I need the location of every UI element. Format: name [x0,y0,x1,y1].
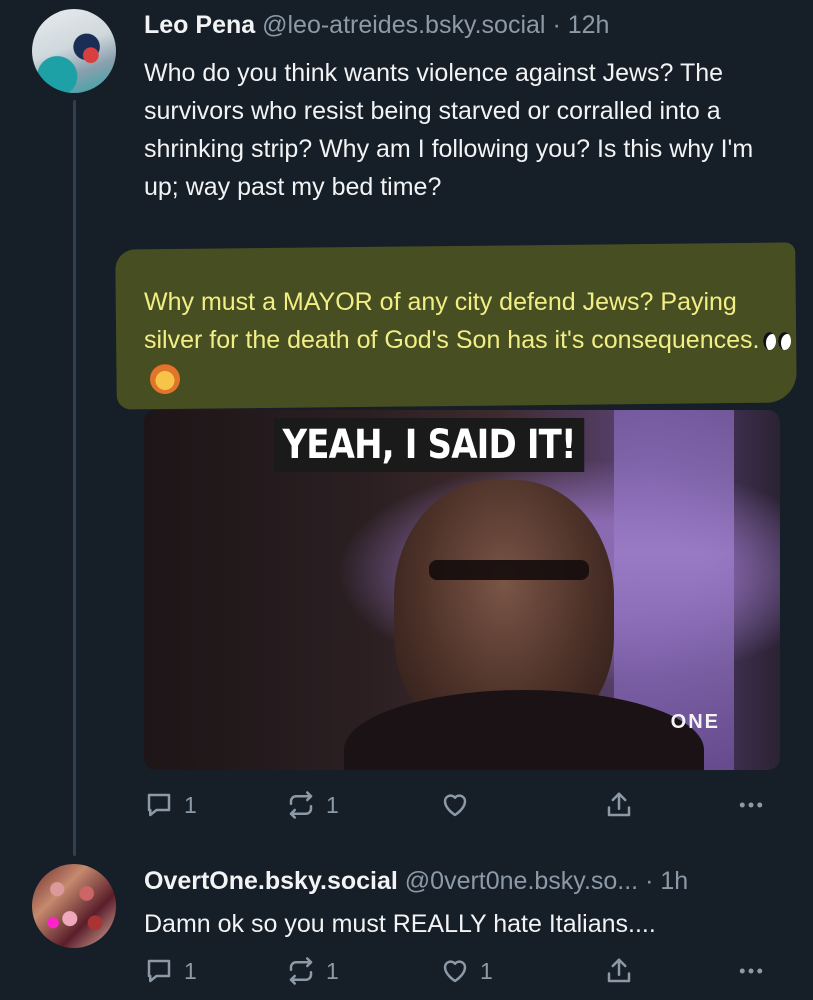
separator: · [645,867,654,895]
post-header: Leo Pena @leo-atreides.bsky.social · 12h [144,10,609,40]
author-name[interactable]: Leo Pena [144,11,255,39]
eyes-icon [763,332,793,351]
reply-count: 1 [184,791,197,818]
like-button[interactable] [440,790,480,820]
author-name[interactable]: OvertOne.bsky.social [144,867,398,895]
repost-button[interactable]: 1 [286,956,339,986]
post-time[interactable]: 12h [568,11,610,39]
avatar[interactable] [32,864,116,948]
heart-icon [443,794,467,817]
post-paragraph: Who do you think wants violence against … [144,59,754,201]
post-actions: 1 1 [0,790,813,830]
more-icon [739,802,763,808]
reply-icon [147,793,171,817]
share-button[interactable] [604,790,634,820]
like-button[interactable]: 1 [440,956,493,986]
gif-brand-logo: ONE [670,711,720,733]
share-button[interactable] [604,956,634,986]
post-text: Who do you think wants violence against … [144,54,794,206]
lion-face-icon [150,364,180,395]
post-time[interactable]: 1h [660,867,688,895]
post-actions: 1 1 1 [0,956,813,996]
author-handle[interactable]: @0vert0ne.bsky.so... [405,867,638,895]
gif-media[interactable]: YEAH, I SAID IT! ONE [144,410,780,770]
author-handle[interactable]: @leo-atreides.bsky.social [262,11,545,39]
share-icon [607,958,631,983]
post[interactable]: Leo Pena @leo-atreides.bsky.social · 12h… [0,0,813,850]
repost-icon [289,957,313,985]
reply-count: 1 [184,957,197,984]
highlighted-paragraph: Why must a MAYOR of any city defend Jews… [144,288,760,354]
repost-count: 1 [326,957,339,984]
repost-button[interactable]: 1 [286,790,339,820]
like-count: 1 [480,957,493,984]
post-header: OvertOne.bsky.social @0vert0ne.bsky.so..… [144,866,688,896]
post-text: Damn ok so you must REALLY hate Italians… [144,905,794,943]
gif-caption: YEAH, I SAID IT! [274,418,585,472]
reply-icon [147,959,171,983]
heart-icon [443,960,467,983]
post-paragraph: Damn ok so you must REALLY hate Italians… [144,910,656,938]
media-glasses [429,560,589,580]
more-options-button[interactable] [736,790,766,820]
reply-button[interactable]: 1 [144,956,197,986]
more-options-button[interactable] [736,956,766,986]
avatar[interactable] [32,9,116,93]
share-icon [607,792,631,817]
highlighted-text: Why must a MAYOR of any city defend Jews… [144,283,794,397]
more-icon [739,968,763,974]
reply-button[interactable]: 1 [144,790,197,820]
separator: · [552,11,561,39]
repost-count: 1 [326,791,339,818]
repost-icon [289,791,313,819]
